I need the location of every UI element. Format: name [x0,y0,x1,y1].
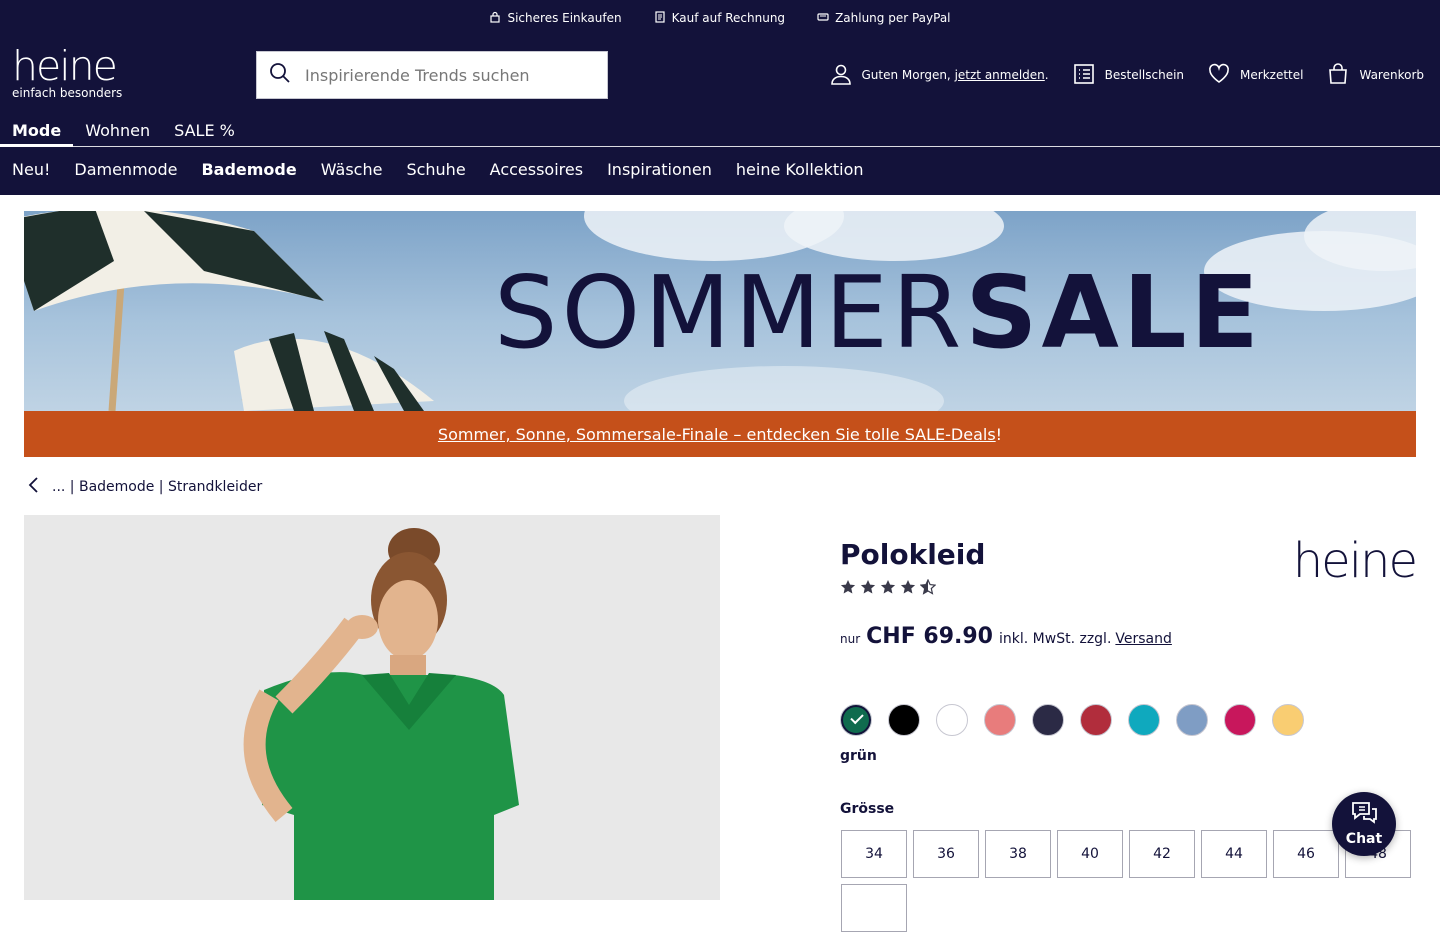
size-options: 34 36 38 40 42 44 46 48 [841,830,1421,932]
category-waesche[interactable]: Wäsche [309,158,395,182]
breadcrumb-path[interactable]: ... | Bademode | Strandkleider [52,479,262,495]
chat-label: Chat [1345,831,1383,847]
category-nav: Neu! Damenmode Bademode Wäsche Schuhe Ac… [0,158,876,182]
color-swatch[interactable] [840,704,872,736]
color-swatch[interactable] [888,704,920,736]
banner-cloud [624,366,944,411]
login-link[interactable]: jetzt anmelden [955,68,1045,82]
size-option[interactable]: 40 [1057,830,1123,878]
wishlist-label: Merkzettel [1240,68,1304,82]
color-swatches [840,704,1304,736]
price-value: CHF 69.90 [866,624,993,649]
category-heine-kollektion[interactable]: heine Kollektion [724,158,876,182]
cart-link[interactable]: Warenkorb [1327,62,1424,88]
color-swatch[interactable] [1032,704,1064,736]
size-option[interactable]: 38 [985,830,1051,878]
banner-title: SOMMERSALE [494,254,1263,371]
star-half-icon [919,578,937,599]
color-swatch[interactable] [936,704,968,736]
logo-tagline: einfach besonders [12,86,123,100]
search-icon[interactable] [269,62,291,88]
main-tabs: Mode Wohnen SALE % [0,116,247,147]
color-swatch[interactable] [1176,704,1208,736]
usp-label: Zahlung per PayPal [835,11,951,25]
chevron-left-icon[interactable] [24,475,44,499]
usp-label: Kauf auf Rechnung [671,11,786,25]
shopping-bag-icon [1327,62,1349,88]
size-option[interactable]: 34 [841,830,907,878]
price-block: nur CHF 69.90 inkl. MwSt. zzgl. Versand [840,624,1172,649]
product-image[interactable] [24,515,720,900]
price-suffix: inkl. MwSt. zzgl. [999,631,1112,647]
paypal-icon [817,11,829,26]
star-icon [880,579,896,599]
tab-divider [0,146,1440,147]
wishlist-link[interactable]: Merkzettel [1208,63,1303,88]
size-option[interactable]: 44 [1201,830,1267,878]
search-box [256,51,608,99]
size-option[interactable]: 36 [913,830,979,878]
size-option[interactable]: 46 [1273,830,1339,878]
parasol-illustration [24,211,434,411]
color-swatch[interactable] [1272,704,1304,736]
size-option[interactable]: 42 [1129,830,1195,878]
color-swatch[interactable] [1128,704,1160,736]
chat-button[interactable]: Chat [1332,792,1396,856]
price-prefix: nur [840,632,861,646]
selected-color-name: grün [840,748,877,764]
breadcrumb: ... | Bademode | Strandkleider [24,475,262,499]
category-damenmode[interactable]: Damenmode [62,158,189,182]
usp-item-paypal: Zahlung per PayPal [817,8,951,28]
tab-wohnen[interactable]: Wohnen [73,116,162,147]
usp-label: Sicheres Einkaufen [507,11,622,25]
category-bademode[interactable]: Bademode [189,158,308,182]
heart-icon [1208,63,1230,88]
category-schuhe[interactable]: Schuhe [394,158,477,182]
star-icon [900,579,916,599]
color-swatch[interactable] [984,704,1016,736]
logo-word: heine [12,42,118,90]
brand-logo[interactable]: heine [1293,533,1418,589]
star-icon [840,579,856,599]
rating-stars[interactable] [840,578,937,599]
search-input[interactable] [305,65,595,85]
user-icon [830,63,852,88]
usp-item-secure: Sicheres Einkaufen [489,8,622,28]
promo-banner[interactable]: SOMMERSALE [24,211,1416,411]
star-icon [860,579,876,599]
heine-logo[interactable]: heine einfach besonders [12,44,122,100]
category-neu[interactable]: Neu! [0,158,62,182]
usp-item-invoice: Kauf auf Rechnung [654,8,785,28]
account-nav: Guten Morgen, jetzt anmelden. Bestellsch… [830,62,1424,88]
category-inspirationen[interactable]: Inspirationen [595,158,724,182]
sale-strip: Sommer, Sonne, Sommersale-Finale – entde… [24,411,1416,457]
sale-strip-suffix: ! [995,424,1003,444]
cart-label: Warenkorb [1359,68,1424,82]
chat-bubble-icon [1350,801,1378,831]
color-swatch[interactable] [1224,704,1256,736]
invoice-icon [654,10,666,26]
color-swatch[interactable] [1080,704,1112,736]
sale-deals-link[interactable]: Sommer, Sonne, Sommersale-Finale – entde… [438,425,996,444]
lock-icon [489,11,501,26]
greeting-text: Guten Morgen, jetzt anmelden. [861,68,1049,82]
usp-bar: Sicheres Einkaufen Kauf auf Rechnung Zah… [0,8,1440,28]
model-photo [24,515,720,900]
size-option[interactable] [841,884,907,932]
order-form-label: Bestellschein [1104,68,1185,82]
account-greeting[interactable]: Guten Morgen, jetzt anmelden. [830,63,1049,88]
tab-mode[interactable]: Mode [0,116,74,147]
category-accessoires[interactable]: Accessoires [478,158,595,182]
size-label: Grösse [840,801,895,817]
product-title: Polokleid [840,538,986,571]
header: Sicheres Einkaufen Kauf auf Rechnung Zah… [0,0,1440,195]
order-form-link[interactable]: Bestellschein [1073,63,1184,88]
shipping-link[interactable]: Versand [1115,631,1172,647]
tab-sale[interactable]: SALE % [162,116,247,147]
list-icon [1073,63,1095,88]
